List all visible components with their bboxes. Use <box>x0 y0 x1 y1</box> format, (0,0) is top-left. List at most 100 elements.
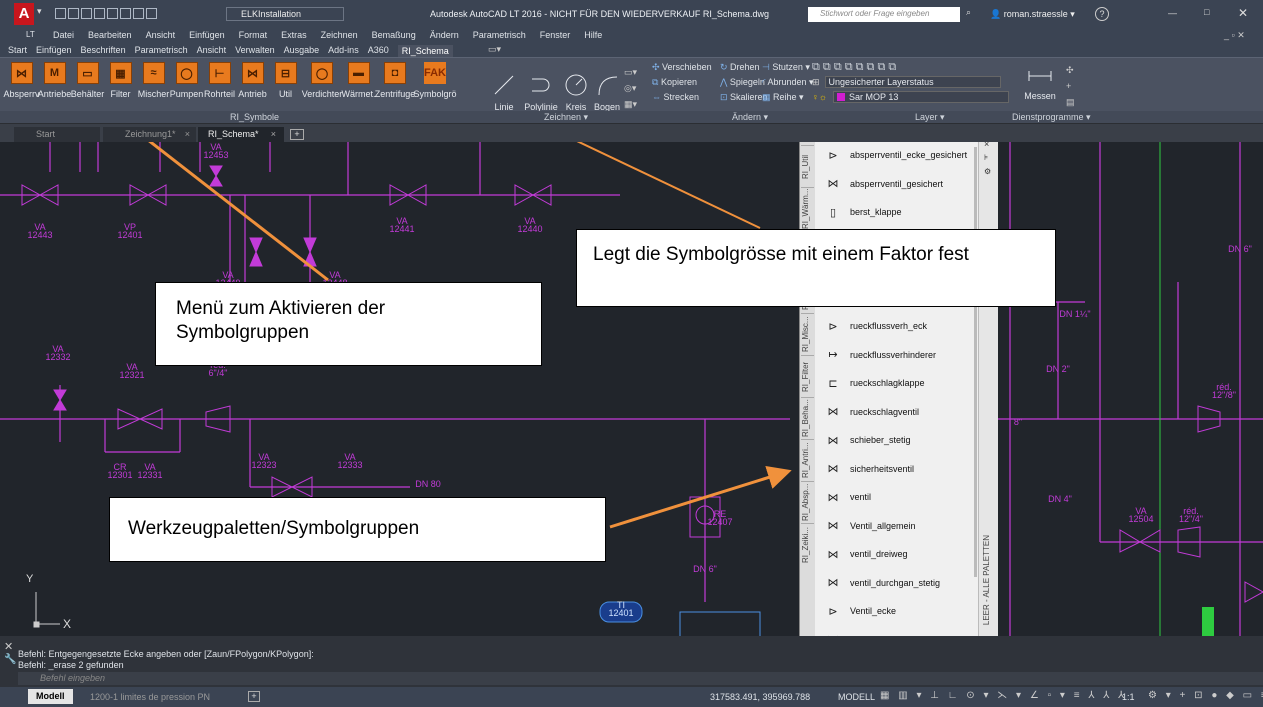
doc-tab-drawing1[interactable]: Zeichnung1* × <box>103 127 196 142</box>
modify-button[interactable]: ▦ Reihe ▾ <box>762 92 810 103</box>
menu-item[interactable]: Format <box>239 30 268 40</box>
symbol-group-button[interactable]: M Antriebe <box>38 62 71 99</box>
layer-tool-icons[interactable]: ⧉ ⧉ ⧉ ⧉ ⧉ ⧉ ⧉ ⧉ <box>812 61 1009 74</box>
palette-item[interactable]: ⋈ rueckschlagventil <box>822 398 977 427</box>
redo-icon[interactable] <box>146 8 157 19</box>
modify-button[interactable]: ⧉ Kopieren <box>652 77 720 88</box>
menu-item[interactable]: Fenster <box>540 30 571 40</box>
palette-autohide-icon[interactable]: ⊧ <box>984 153 988 162</box>
new-file-icon[interactable] <box>55 8 66 19</box>
symbol-group-button[interactable]: ⊟ Util <box>269 62 302 99</box>
menu-item[interactable]: Bemaßung <box>372 30 416 40</box>
palette-side-tab[interactable]: RI_Util <box>801 145 814 187</box>
ribbon-tab[interactable]: Verwalten <box>235 45 275 57</box>
ribbon-tab[interactable]: Add-ins <box>328 45 359 57</box>
search-input[interactable]: Stichwort oder Frage eingeben <box>808 7 960 22</box>
save-as-icon[interactable] <box>107 8 118 19</box>
symbol-group-button[interactable]: ◯ Verdichter <box>302 62 342 99</box>
workspace-select[interactable]: ELKInstallation <box>226 7 344 21</box>
palette-item[interactable]: ⋈ ventil <box>822 483 977 512</box>
save-icon[interactable] <box>94 8 105 19</box>
panel-title-layer[interactable]: Layer ▾ <box>915 112 945 123</box>
menu-item[interactable]: Ansicht <box>146 30 176 40</box>
doc-window-controls[interactable]: _ ▫ ✕ <box>1224 30 1245 41</box>
menu-item[interactable]: Zeichnen <box>321 30 358 40</box>
palette-item[interactable]: ⋈ Ventil_allgemein <box>822 512 977 541</box>
modify-button[interactable]: ◜ Abrunden ▾ <box>762 77 814 88</box>
menu-item[interactable]: Einfügen <box>189 30 225 40</box>
modify-button[interactable]: ✣ Verschieben <box>652 62 720 73</box>
palette-side-tab[interactable]: RI_Wärm... <box>801 187 814 229</box>
palette-side-tab[interactable]: RI_Absp... <box>801 481 814 523</box>
symbol-group-button[interactable]: ≈ Mischer <box>137 62 170 99</box>
cmd-settings-icon[interactable]: 🔧 <box>4 654 16 665</box>
palette-side-tab[interactable]: RI_Zeiki... <box>801 523 814 565</box>
ribbon-tab[interactable]: Parametrisch <box>135 45 188 57</box>
palette-item[interactable]: ⋈ <box>822 626 977 636</box>
menu-item[interactable]: Parametrisch <box>473 30 526 40</box>
doc-tab-start[interactable]: Start <box>14 127 100 142</box>
undo-icon[interactable] <box>133 8 144 19</box>
palette-close-icon[interactable]: × <box>984 142 989 149</box>
util-extra-icons[interactable]: ✣ + ▤ <box>1066 62 1075 110</box>
symbol-group-button[interactable]: ⊢ Rohrteil <box>203 62 236 99</box>
command-input[interactable]: Befehl eingeben <box>18 672 1263 685</box>
layer-select[interactable]: Sar MOP 13 <box>833 91 1009 103</box>
model-space-button[interactable]: MODELL <box>838 692 875 702</box>
ribbon-tab[interactable]: RI_Schema <box>397 45 453 57</box>
binoculars-icon[interactable]: ⌕ <box>966 7 978 19</box>
symbol-group-button[interactable]: ◯ Pumpen <box>170 62 203 99</box>
menu-item[interactable]: Bearbeiten <box>88 30 132 40</box>
close-tab-icon[interactable]: × <box>185 127 190 141</box>
doc-tab-ri-schema[interactable]: RI_Schema* × <box>198 127 284 143</box>
symbol-group-button[interactable]: ▬ Wärmet. <box>342 62 376 99</box>
panel-title-draw[interactable]: Zeichnen ▾ <box>544 112 588 123</box>
new-tab-button[interactable]: + <box>290 129 304 140</box>
user-menu[interactable]: 👤 roman.straessle ▾ <box>990 9 1075 20</box>
panel-title-util[interactable]: Dienstprogramme ▾ <box>1012 112 1091 123</box>
panel-title-modify[interactable]: Ändern ▾ <box>732 112 768 123</box>
line-button[interactable]: Linie <box>488 60 520 112</box>
palette-side-tab[interactable]: RI_Antri... <box>801 439 814 481</box>
menu-item[interactable]: Extras <box>281 30 307 40</box>
symbol-group-button[interactable]: ▦ Filter <box>104 62 137 99</box>
modify-button[interactable]: ⋀ Spiegeln <box>720 77 765 88</box>
palette-item[interactable]: ⋈ ventil_durchgan_stetig <box>822 569 977 598</box>
open-file-icon[interactable] <box>68 8 79 19</box>
open-sheet-icon[interactable] <box>81 8 92 19</box>
ribbon-toggle-icon[interactable]: ▭▾ <box>488 44 501 55</box>
modify-button[interactable]: ⊣ Stutzen ▾ <box>762 62 810 73</box>
palette-item[interactable]: ⊳ Ventil_ecke <box>822 597 977 626</box>
add-layout-button[interactable]: + <box>248 691 260 702</box>
modify-button[interactable]: ⊡ Skalieren <box>720 92 768 103</box>
modify-button[interactable]: ↻ Drehen <box>720 62 762 73</box>
measure-button[interactable]: Messen <box>1020 62 1060 101</box>
circle-button[interactable]: Kreis <box>562 60 590 112</box>
draw-extra-icons[interactable]: ▭▾ ◎▾ ▦▾ <box>624 60 648 112</box>
polyline-button[interactable]: Polylinie <box>520 60 562 112</box>
tool-palette[interactable]: RI_UtilRI_Wärm...RI_RohrRI_Pum...RI_Misc… <box>799 142 998 636</box>
layer-state-select[interactable]: Ungesicherter Layerstatus <box>824 76 1001 88</box>
palette-item[interactable]: ⋈ schieber_stetig <box>822 426 977 455</box>
symbol-group-button[interactable]: ⋈ Absperrv <box>4 62 40 99</box>
palette-side-tab[interactable]: RI_Misc... <box>801 313 814 355</box>
modify-button[interactable]: ⇔ Strecken <box>652 92 720 103</box>
layout-tab-pn[interactable]: 1200-1 limites de pression PN <box>90 690 210 704</box>
palette-item[interactable]: ▯ berst_klappe <box>822 198 977 227</box>
symbol-group-button[interactable]: ▭ Behälter <box>71 62 104 99</box>
annotation-scale[interactable]: 1:1 <box>1122 692 1135 702</box>
palette-item[interactable]: ⋈ ventil_dreiweg <box>822 540 977 569</box>
palette-item[interactable]: ⋈ sicherheitsventil <box>822 455 977 484</box>
coordinates-readout[interactable]: 317583.491, 395969.788 <box>710 692 810 702</box>
palette-side-tab[interactable]: RI_Beha... <box>801 397 814 439</box>
ribbon-tab[interactable]: Start <box>8 45 27 57</box>
palette-properties-icon[interactable]: ⚙ <box>984 167 991 176</box>
symbol-group-button[interactable]: ◘ Zentrifuge <box>375 62 415 99</box>
palette-item[interactable]: ⊳ absperrventil_ecke_gesichert <box>822 142 977 170</box>
palette-item[interactable]: ⊳ rueckflussverh_eck <box>822 312 977 341</box>
menu-item[interactable]: Hilfe <box>584 30 602 40</box>
status-toggle-icons[interactable]: ▦ ▥ ▾ ⊥ ∟ ⊙ ▾ ⋋ ▾ ∠ ▫ ▾ ≡ ⅄ ⅄ ⅄ <box>880 690 1127 701</box>
menu-item[interactable]: Datei <box>53 30 74 40</box>
menu-item[interactable]: Ändern <box>430 30 459 40</box>
palette-item[interactable]: ⋈ absperrventil_gesichert <box>822 170 977 199</box>
